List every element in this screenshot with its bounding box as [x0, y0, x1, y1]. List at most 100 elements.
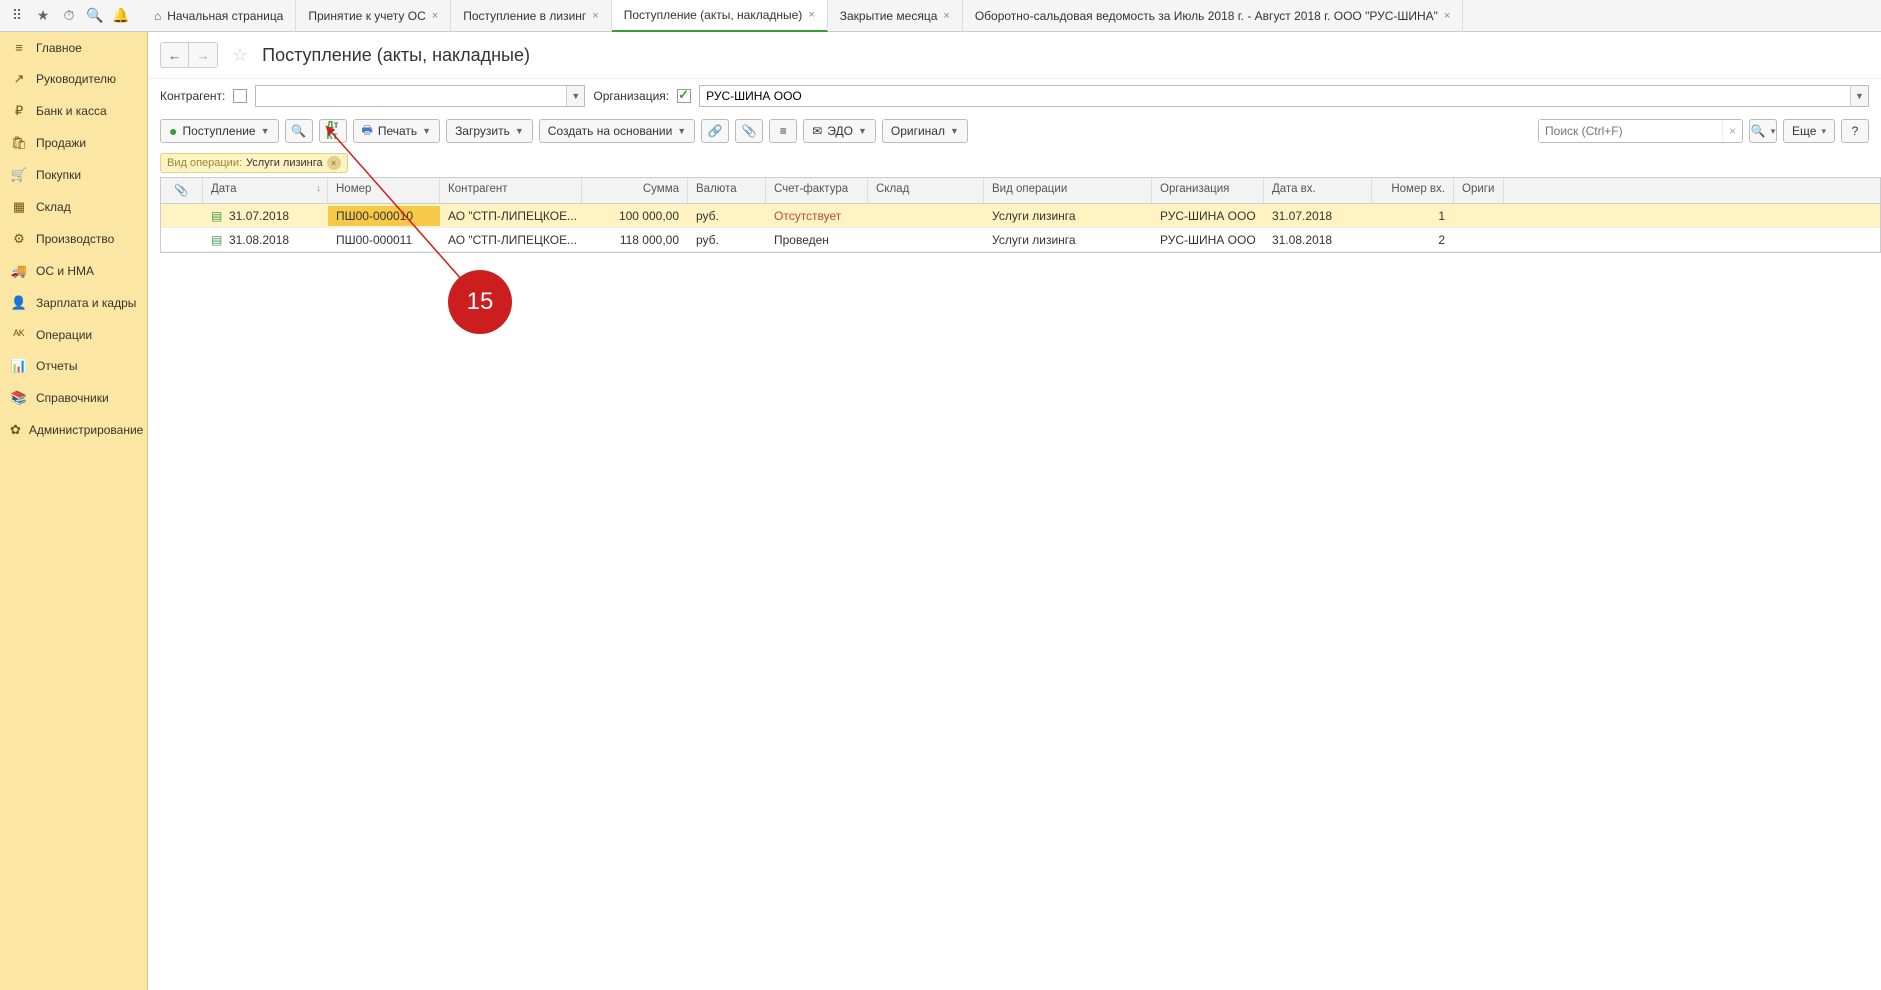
table-cell: ПШ00-000010: [328, 206, 440, 226]
sidebar-item[interactable]: ⚙Производство: [0, 223, 147, 255]
dk-button[interactable]: ДтКт: [319, 119, 347, 143]
col-warehouse[interactable]: Склад: [868, 178, 984, 203]
tab[interactable]: ⌂Начальная страница: [142, 0, 296, 32]
tab[interactable]: Поступление (акты, накладные) ×: [612, 0, 828, 32]
sidebar-item[interactable]: 🛒Покупки: [0, 159, 147, 191]
search-box[interactable]: ×: [1538, 119, 1743, 143]
search-input[interactable]: [1539, 120, 1722, 142]
sidebar-item[interactable]: ₽ Банк и касса: [0, 95, 147, 127]
sidebar-item-label: Банк и касса: [36, 104, 107, 118]
edo-button[interactable]: ✉ЭДО▼: [803, 119, 876, 143]
chevron-down-icon: ▾: [1771, 126, 1776, 137]
tab[interactable]: Оборотно-сальдовая ведомость за Июль 201…: [963, 0, 1464, 32]
list-button[interactable]: ≡: [769, 119, 797, 143]
close-icon[interactable]: ×: [432, 10, 438, 22]
home-icon: ⌂: [154, 9, 161, 23]
col-date-in[interactable]: Дата вх.: [1264, 178, 1372, 203]
star-icon[interactable]: ★: [30, 3, 56, 29]
table-cell: 1: [1372, 206, 1454, 226]
sidebar-item[interactable]: ᴬᴷОперации: [0, 319, 147, 350]
search-clear-icon[interactable]: ×: [1722, 120, 1742, 142]
plus-icon: ●: [169, 123, 177, 139]
table-cell: Услуги лизинга: [984, 206, 1152, 226]
sidebar-item[interactable]: ↗Руководителю: [0, 63, 147, 95]
col-counterparty[interactable]: Контрагент: [440, 178, 582, 203]
col-original[interactable]: Ориги: [1454, 178, 1504, 203]
col-attachment[interactable]: 📎: [161, 178, 203, 203]
col-currency[interactable]: Валюта: [688, 178, 766, 203]
sidebar-item[interactable]: 👤Зарплата и кадры: [0, 287, 147, 319]
counterparty-combo[interactable]: ▼: [255, 85, 585, 107]
load-button[interactable]: Загрузить▼: [446, 119, 533, 143]
org-input[interactable]: [700, 86, 1850, 106]
tab-label: Оборотно-сальдовая ведомость за Июль 201…: [975, 9, 1438, 23]
bell-icon[interactable]: 🔔: [108, 3, 134, 29]
create-button[interactable]: ●Поступление▼: [160, 119, 279, 143]
find-button[interactable]: 🔍: [285, 119, 313, 143]
help-button[interactable]: ?: [1841, 119, 1869, 143]
print-button[interactable]: 🖶Печать▼: [353, 119, 441, 143]
col-invoice[interactable]: Счет-фактура: [766, 178, 868, 203]
history-icon[interactable]: ⏱: [56, 3, 82, 29]
search-mode-button[interactable]: 🔍▾: [1749, 119, 1777, 143]
table-header: 📎 Дата↓ Номер Контрагент Сумма Валюта Сч…: [161, 178, 1880, 204]
sidebar-item[interactable]: ✿Администрирование: [0, 414, 147, 446]
sort-asc-icon: ↓: [316, 183, 321, 194]
tab[interactable]: Поступление в лизинг ×: [451, 0, 612, 32]
close-icon[interactable]: ×: [943, 10, 949, 22]
close-icon[interactable]: ×: [592, 10, 598, 22]
counterparty-dropdown-icon[interactable]: ▼: [566, 86, 584, 106]
top-toolbar: ⠿ ★ ⏱ 🔍 🔔 ⌂Начальная страницаПринятие к …: [0, 0, 1881, 32]
table-cell: РУС-ШИНА ООО: [1152, 206, 1264, 226]
tab[interactable]: Закрытие месяца×: [828, 0, 963, 32]
tab[interactable]: Принятие к учету ОС×: [296, 0, 451, 32]
tab-label: Поступление (акты, накладные): [624, 8, 803, 22]
chevron-down-icon: ▼: [422, 126, 431, 136]
col-optype[interactable]: Вид операции: [984, 178, 1152, 203]
sidebar: ≡Главное↗Руководителю ₽ Банк и касса 🛍Прода…: [0, 32, 148, 990]
sidebar-item-label: Отчеты: [36, 359, 77, 373]
close-icon[interactable]: ×: [1444, 10, 1450, 22]
create-based-button[interactable]: Создать на основании▼: [539, 119, 695, 143]
tab-label: Поступление в лизинг: [463, 9, 586, 23]
list-icon: ≡: [780, 124, 787, 138]
sidebar-icon: ₽: [10, 103, 28, 119]
counterparty-checkbox[interactable]: [233, 89, 247, 103]
counterparty-input[interactable]: [256, 86, 566, 106]
org-checkbox[interactable]: [677, 89, 691, 103]
org-combo[interactable]: ▼: [699, 85, 1869, 107]
sidebar-item[interactable]: 📊Отчеты: [0, 350, 147, 382]
forward-button[interactable]: →: [189, 43, 217, 67]
filter-pill-remove-icon[interactable]: ×: [327, 156, 341, 170]
more-button[interactable]: Еще▾: [1783, 119, 1835, 143]
back-button[interactable]: ←: [161, 43, 189, 67]
original-button[interactable]: Оригинал▼: [882, 119, 968, 143]
attach-button[interactable]: 📎: [735, 119, 763, 143]
sidebar-item[interactable]: 📚Справочники: [0, 382, 147, 414]
col-num-in[interactable]: Номер вх.: [1372, 178, 1454, 203]
favorite-star-icon[interactable]: ☆: [232, 45, 248, 66]
sidebar-item[interactable]: 🛍Продажи: [0, 127, 147, 159]
sidebar-item-label: Главное: [36, 41, 82, 55]
col-date[interactable]: Дата↓: [203, 178, 328, 203]
sidebar-icon: 🚚: [10, 263, 28, 279]
sidebar-item[interactable]: ≡Главное: [0, 32, 147, 63]
apps-icon[interactable]: ⠿: [4, 3, 30, 29]
sidebar-item[interactable]: ▦Склад: [0, 191, 147, 223]
sidebar-item[interactable]: 🚚ОС и НМА: [0, 255, 147, 287]
org-dropdown-icon[interactable]: ▼: [1850, 86, 1868, 106]
table-cell: [161, 213, 203, 219]
close-icon[interactable]: ×: [808, 9, 814, 21]
command-bar: ●Поступление▼ 🔍 ДтКт 🖶Печать▼ Загрузить▼…: [148, 113, 1881, 149]
col-number[interactable]: Номер: [328, 178, 440, 203]
document-icon: ▤: [211, 209, 222, 223]
col-sum[interactable]: Сумма: [582, 178, 688, 203]
table-row[interactable]: ▤ 31.08.2018ПШ00-000011АО "СТП-ЛИПЕЦКОЕ.…: [161, 228, 1880, 252]
filter-pill[interactable]: Вид операции: Услуги лизинга ×: [160, 153, 348, 173]
table-row[interactable]: ▤ 31.07.2018ПШ00-000010АО "СТП-ЛИПЕЦКОЕ.…: [161, 204, 1880, 228]
link-button[interactable]: 🔗: [701, 119, 729, 143]
table-cell: 100 000,00: [582, 206, 688, 226]
col-org[interactable]: Организация: [1152, 178, 1264, 203]
sidebar-icon: ▦: [10, 199, 28, 215]
search-icon[interactable]: 🔍: [82, 3, 108, 29]
